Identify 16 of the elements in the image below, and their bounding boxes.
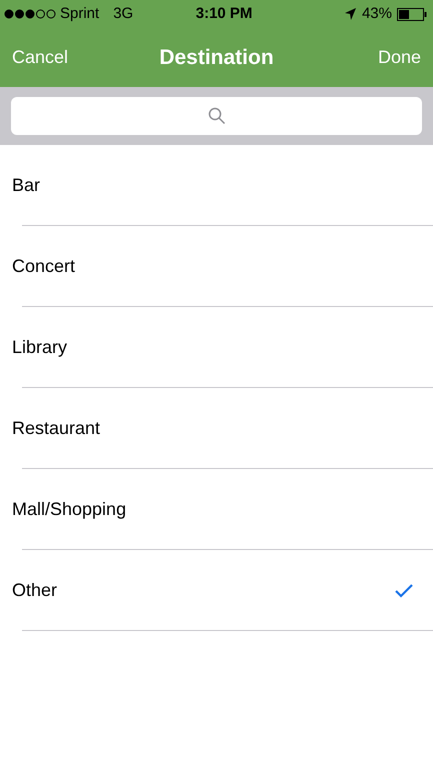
- item-label: Other: [12, 579, 58, 602]
- item-label: Bar: [12, 174, 40, 197]
- item-label: Library: [12, 336, 68, 359]
- location-arrow-icon: [344, 8, 356, 20]
- search-icon: [208, 107, 226, 125]
- network-type: 3G: [113, 4, 134, 24]
- item-label: Concert: [12, 255, 76, 278]
- nav-title: Destination: [159, 44, 274, 71]
- item-label: Restaurant: [12, 417, 100, 440]
- item-label: Mall/Shopping: [12, 498, 126, 521]
- carrier-name: Sprint: [60, 4, 100, 24]
- battery-icon: [397, 8, 427, 20]
- search-field[interactable]: [11, 97, 422, 135]
- battery-percent: 43%: [362, 4, 392, 24]
- status-time: 3:10 PM: [196, 4, 252, 24]
- signal-icon: [4, 9, 56, 19]
